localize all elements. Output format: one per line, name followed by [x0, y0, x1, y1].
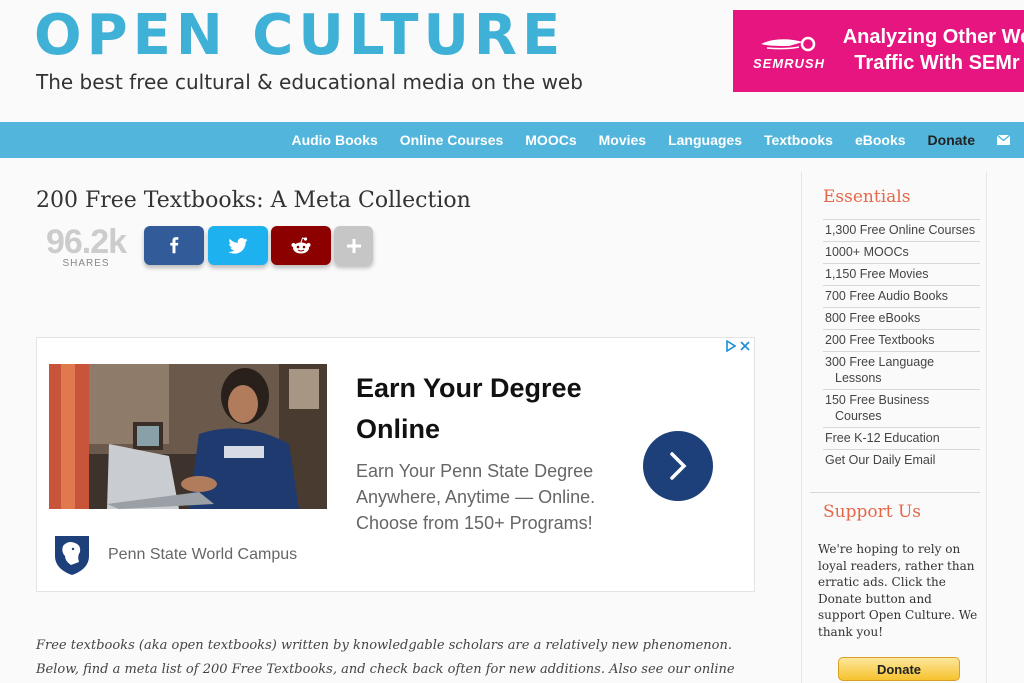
mail-icon[interactable]	[997, 135, 1010, 145]
essentials-item[interactable]: 150 Free Business Courses	[823, 389, 980, 427]
essentials-item[interactable]: 700 Free Audio Books	[823, 285, 980, 307]
adchoices-icon[interactable]	[726, 340, 736, 352]
share-count: 96.2k SHARES	[36, 224, 136, 269]
ad-body-text: Earn Your Penn State Degree Anywhere, An…	[356, 461, 596, 533]
facebook-icon	[170, 236, 179, 253]
chevron-right-icon	[670, 452, 687, 480]
nav-online-courses[interactable]: Online Courses	[400, 132, 503, 148]
site-logo[interactable]: OPEN CULTURE	[34, 6, 565, 66]
article-intro: Free textbooks (aka open textbooks) writ…	[36, 634, 736, 682]
ad-choices[interactable]	[726, 340, 750, 352]
facebook-share-button[interactable]	[144, 226, 204, 265]
intro-line-2: Below, find a meta list of 200 Free Text…	[36, 662, 735, 677]
semrush-logo: SEMRUSH	[749, 34, 829, 71]
main-nav: Audio Books Online Courses MOOCs Movies …	[269, 122, 1010, 158]
top-ad-headline: Analyzing Other We Traffic With SEMr	[837, 24, 1024, 76]
ad-photo-student-laptop[interactable]	[49, 364, 327, 509]
top-banner-ad[interactable]: SEMRUSH Analyzing Other We Traffic With …	[733, 10, 1024, 92]
more-share-button[interactable]	[334, 226, 373, 265]
essentials-item[interactable]: Free K-12 Education	[823, 427, 980, 449]
nav-moocs[interactable]: MOOCs	[525, 132, 576, 148]
reddit-icon	[291, 236, 311, 253]
essentials-item[interactable]: 1000+ MOOCs	[823, 241, 980, 263]
sidebar-divider	[810, 492, 980, 493]
penn-state-lion-icon	[55, 536, 89, 575]
essentials-heading: Essentials	[823, 187, 911, 207]
share-count-number: 96.2k	[45, 223, 127, 261]
sidebar: Essentials 1,300 Free Online Courses 100…	[801, 172, 987, 683]
reddit-share-button[interactable]	[271, 226, 331, 265]
nav-movies[interactable]: Movies	[599, 132, 646, 148]
nav-audio-books[interactable]: Audio Books	[291, 132, 377, 148]
essentials-item[interactable]: 1,300 Free Online Courses	[823, 219, 980, 241]
site-tagline: The best free cultural & educational med…	[36, 70, 583, 94]
semrush-flame-icon	[761, 36, 816, 52]
main-nav-bar: Audio Books Online Courses MOOCs Movies …	[0, 122, 1024, 158]
ad-headline[interactable]: Earn Your Degree Online	[356, 368, 656, 450]
twitter-share-button[interactable]	[208, 226, 268, 265]
nav-languages[interactable]: Languages	[668, 132, 742, 148]
essentials-item[interactable]: Get Our Daily Email	[823, 449, 980, 471]
nav-textbooks[interactable]: Textbooks	[764, 132, 833, 148]
intro-line-1: Free textbooks (aka open textbooks) writ…	[36, 638, 732, 653]
top-ad-line-1: Analyzing Other We	[842, 26, 1024, 48]
twitter-icon	[228, 237, 248, 254]
ad-sponsor-name[interactable]: Penn State World Campus	[108, 546, 297, 564]
support-us-heading: Support Us	[823, 502, 922, 522]
penn-state-shield-logo	[53, 534, 91, 581]
article-title: 200 Free Textbooks: A Meta Collection	[36, 188, 471, 213]
penn-state-ad[interactable]: Earn Your Degree Online Earn Your Penn S…	[36, 337, 755, 592]
support-us-text: We're hoping to rely on loyal readers, r…	[818, 542, 978, 639]
nav-ebooks[interactable]: eBooks	[855, 132, 906, 148]
semrush-brand-text: SEMRUSH	[752, 56, 825, 71]
ad-open-button[interactable]	[643, 431, 713, 501]
essentials-item[interactable]: 200 Free Textbooks	[823, 329, 980, 351]
essentials-item[interactable]: 1,150 Free Movies	[823, 263, 980, 285]
top-ad-line-2: Traffic With SEMr	[854, 52, 1020, 74]
nav-donate[interactable]: Donate	[928, 132, 975, 148]
donate-button[interactable]: Donate	[838, 657, 960, 681]
essentials-list: 1,300 Free Online Courses 1000+ MOOCs 1,…	[823, 219, 980, 471]
plus-icon	[346, 238, 361, 253]
essentials-item[interactable]: 800 Free eBooks	[823, 307, 980, 329]
close-icon[interactable]	[740, 340, 750, 352]
essentials-item[interactable]: 300 Free Language Lessons	[823, 351, 980, 389]
